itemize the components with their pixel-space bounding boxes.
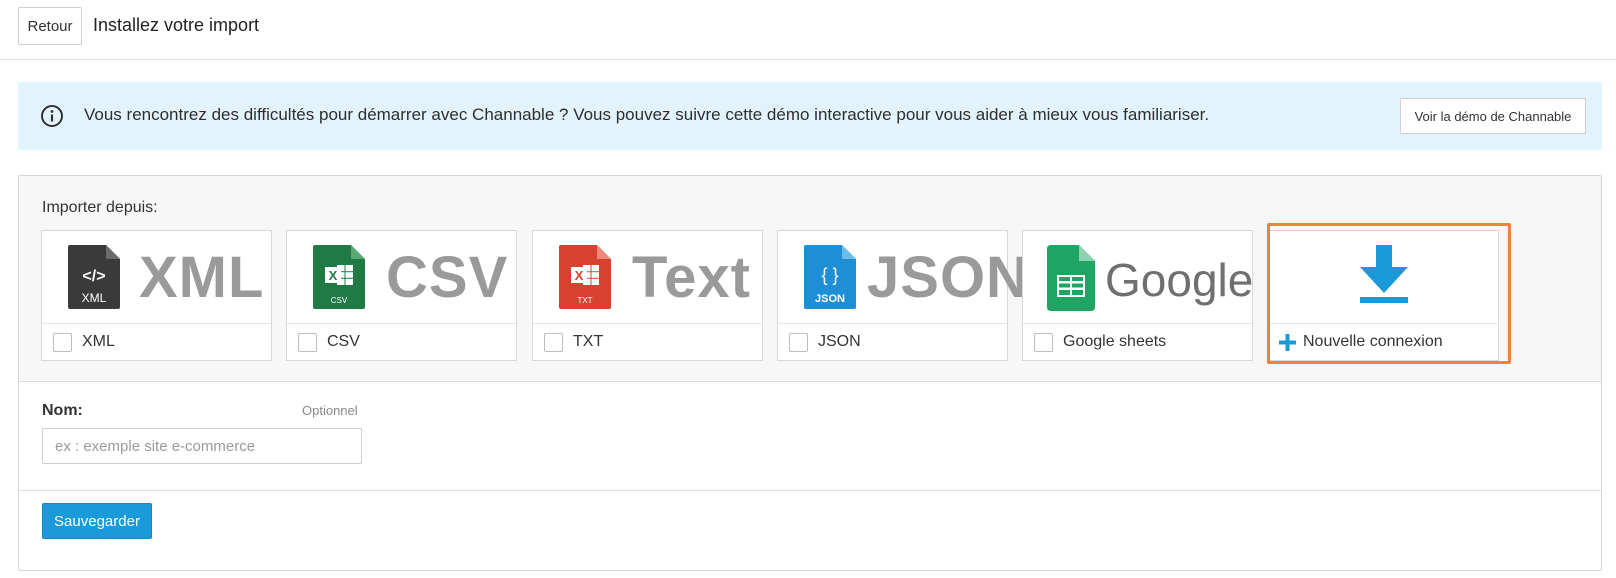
xml-option-label: XML [82, 333, 115, 350]
json-icon-glyph: { } [821, 265, 838, 285]
new-connection-option[interactable]: Nouvelle connexion [1268, 230, 1499, 361]
txt-option-label: TXT [573, 333, 604, 350]
import-option-csv[interactable]: X CSV CSV CSV [286, 230, 517, 361]
xml-icon-glyph: </> [82, 268, 105, 285]
google-sheets-logo: Google [1023, 231, 1254, 324]
name-section: Nom: Optionnel [19, 382, 1601, 491]
page-header: Retour Installez votre import [0, 0, 1616, 60]
google-sheets-icon [1047, 245, 1095, 311]
csv-icon-text: CSV [331, 296, 348, 305]
csv-logo-text: CSV [386, 245, 509, 310]
import-source-section: Importer depuis: </> XML XML XML X CSV C… [19, 176, 1601, 382]
txt-icon-glyph: X [575, 268, 584, 283]
import-card: Importer depuis: </> XML XML XML X CSV C… [18, 175, 1602, 571]
csv-icon-glyph: X [329, 268, 338, 283]
google-sheets-option-label: Google sheets [1063, 333, 1167, 350]
json-checkbox[interactable] [789, 332, 808, 352]
txt-file-icon: X TXT [559, 245, 611, 309]
txt-logo-text: Text [632, 245, 751, 310]
csv-logo: X CSV CSV [287, 231, 516, 324]
info-icon [41, 105, 63, 127]
demo-button[interactable]: Voir la démo de Channable [1400, 98, 1586, 134]
import-option-xml[interactable]: </> XML XML XML [41, 230, 272, 361]
google-logo-text: Google [1105, 254, 1254, 306]
xml-checkbox[interactable] [53, 332, 72, 352]
page-title: Installez votre import [93, 15, 260, 35]
new-connection-label: Nouvelle connexion [1303, 333, 1443, 350]
new-connection-logo [1269, 231, 1498, 324]
import-source-label: Importer depuis: [42, 199, 158, 216]
save-button[interactable]: Sauvegarder [42, 503, 152, 539]
name-input[interactable] [42, 428, 362, 464]
optional-hint: Optionnel [302, 403, 358, 418]
xml-file-icon: </> XML [68, 245, 120, 309]
json-logo: { } JSON JSON [778, 231, 1028, 324]
json-logo-text: JSON [867, 245, 1029, 310]
json-file-icon: { } JSON [804, 245, 856, 309]
txt-logo: X TXT Text [533, 231, 762, 324]
csv-checkbox[interactable] [298, 332, 317, 352]
import-option-google-sheets[interactable]: Google Google sheets [1022, 230, 1253, 361]
plus-icon [1279, 333, 1296, 351]
banner-text: Vous rencontrez des difficultés pour dém… [84, 105, 1210, 124]
import-option-json[interactable]: { } JSON JSON JSON [777, 230, 1028, 361]
name-label: Nom: [42, 402, 83, 419]
import-option-txt[interactable]: X TXT Text TXT [532, 230, 763, 361]
xml-logo: </> XML XML [42, 231, 271, 324]
txt-icon-text: TXT [577, 296, 592, 305]
json-icon-text: JSON [815, 293, 845, 305]
info-banner: Vous rencontrez des difficultés pour dém… [18, 82, 1602, 150]
txt-checkbox[interactable] [544, 332, 563, 352]
json-option-label: JSON [818, 333, 861, 350]
google-sheets-checkbox[interactable] [1034, 332, 1053, 352]
back-button[interactable]: Retour [18, 7, 82, 45]
csv-option-label: CSV [327, 333, 360, 350]
xml-icon-text: XML [82, 291, 107, 305]
csv-file-icon: X CSV [313, 245, 365, 309]
xml-logo-text: XML [139, 245, 265, 310]
download-icon [1360, 245, 1408, 303]
